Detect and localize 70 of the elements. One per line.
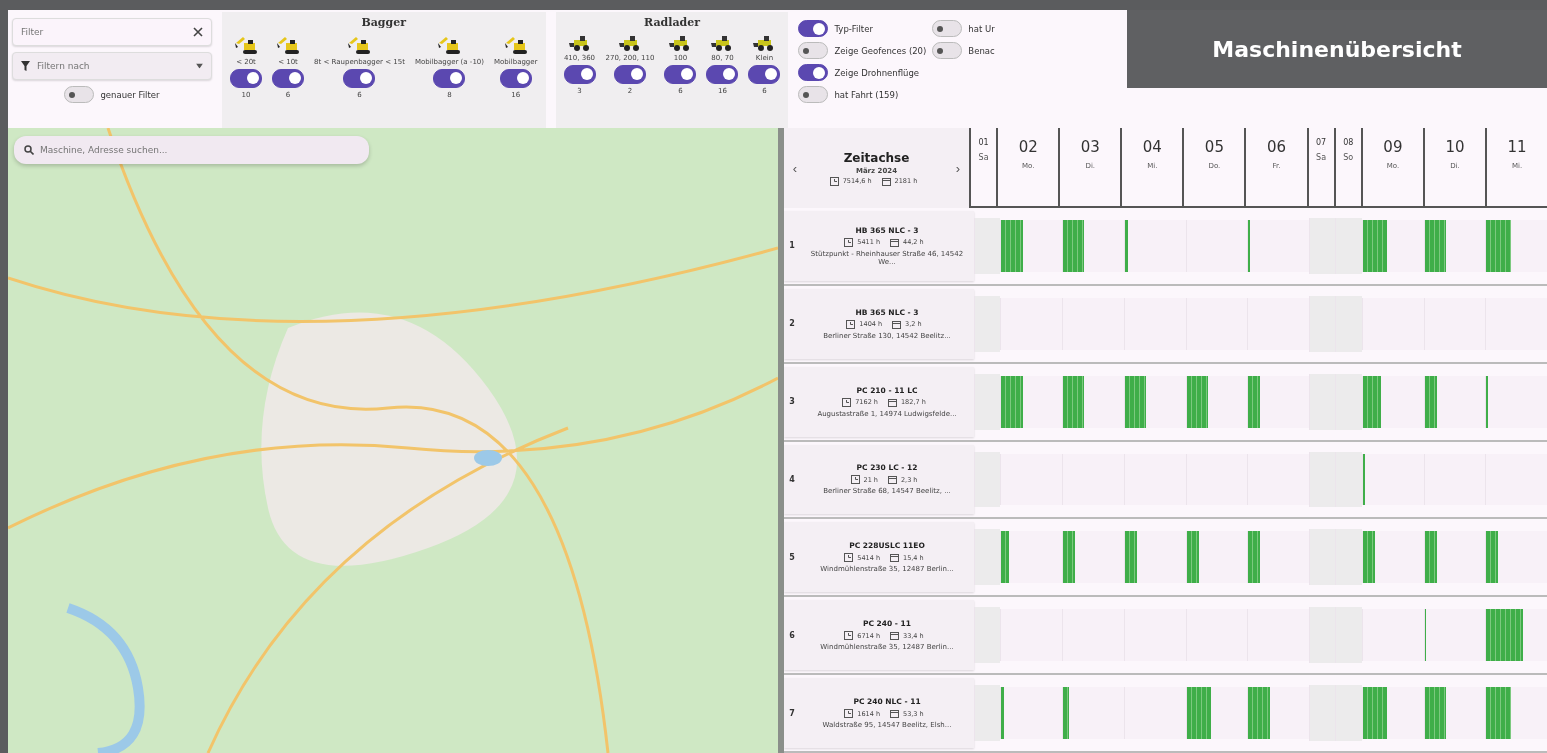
toggle-switch[interactable] <box>798 86 829 103</box>
toggle-label: Zeige Geofences (20) <box>834 45 927 56</box>
toggle-switch[interactable] <box>932 42 963 59</box>
search-field[interactable]: Maschine, Adresse suchen... <box>14 136 369 164</box>
toggle-switch[interactable] <box>706 65 739 84</box>
toggle-switch[interactable] <box>230 69 262 88</box>
toggle-switch[interactable] <box>433 69 466 88</box>
toggle-switch[interactable] <box>748 65 781 84</box>
search-icon <box>24 145 34 155</box>
row-number: 5 <box>788 552 796 562</box>
calendar-icon <box>887 397 897 407</box>
calendar-icon <box>881 176 891 186</box>
toggle-switch[interactable] <box>272 69 304 88</box>
clock-icon <box>850 475 860 485</box>
clock-icon <box>844 631 854 641</box>
clock-icon <box>846 319 856 329</box>
toggle-label: Typ-Filter <box>834 23 873 34</box>
calendar-icon <box>890 553 900 563</box>
toggle-switch[interactable] <box>614 65 646 84</box>
caret-icon <box>196 63 203 69</box>
toggle-label: hat Ur <box>968 23 995 34</box>
row-number: 7 <box>788 708 796 718</box>
wheel-loader-icon <box>567 35 592 51</box>
toggle-switch[interactable] <box>343 69 376 88</box>
toggle-label: hat Fahrt (159) <box>834 89 899 100</box>
row-number: 4 <box>788 475 796 484</box>
excavator-icon <box>437 35 462 55</box>
funnel-icon <box>21 61 30 71</box>
excavator-icon <box>276 35 300 55</box>
timeline-title: Zeitachse <box>843 150 910 165</box>
toggle-switch[interactable] <box>798 42 829 59</box>
wheel-loader-icon <box>618 35 642 51</box>
toggle-label: Benac <box>968 45 995 56</box>
excavator-icon <box>347 35 372 55</box>
day-column-header: 08 So <box>1333 128 1361 206</box>
toggle-switch[interactable] <box>664 65 697 84</box>
row-number: 6 <box>788 630 796 640</box>
toggle-label: genauer Filter <box>100 89 160 100</box>
row-number: 2 <box>788 319 796 329</box>
toggle-label: Zeige Drohnenflüge <box>834 67 920 78</box>
clock-icon <box>844 553 854 563</box>
day-column-header: 07 Sa <box>1306 128 1334 206</box>
next-button[interactable]: › <box>947 159 969 177</box>
toggle-switch[interactable] <box>798 20 829 37</box>
clock-icon <box>844 237 854 247</box>
calendar-icon <box>892 319 902 329</box>
calendar-icon <box>890 709 900 719</box>
calendar-icon <box>890 237 900 247</box>
toggle-switch[interactable] <box>64 86 95 103</box>
group-title: Radlader <box>644 16 700 29</box>
calendar-icon <box>887 475 897 485</box>
previous-button[interactable]: ‹ <box>784 159 806 177</box>
clock-icon <box>842 397 852 407</box>
clock-icon <box>844 709 854 719</box>
close-icon[interactable] <box>193 27 203 37</box>
calendar-icon <box>890 631 900 641</box>
toggle-switch[interactable] <box>499 69 532 88</box>
row-number: 1 <box>788 241 796 251</box>
excavator-icon <box>234 35 258 55</box>
excavator-icon <box>503 35 528 55</box>
filter-by-dropdown[interactable]: Filtern nach <box>12 52 212 80</box>
toggle-switch[interactable] <box>932 20 963 37</box>
row-number: 3 <box>788 397 796 407</box>
page-title: Maschinenübersicht <box>1127 10 1547 88</box>
group-title: Bagger <box>361 16 407 29</box>
clock-icon <box>829 176 839 186</box>
filter-field[interactable]: Filter <box>12 18 212 46</box>
toggle-switch[interactable] <box>798 64 829 81</box>
day-column-header: 01 Sa <box>969 128 997 206</box>
toggle-switch[interactable] <box>563 65 596 84</box>
